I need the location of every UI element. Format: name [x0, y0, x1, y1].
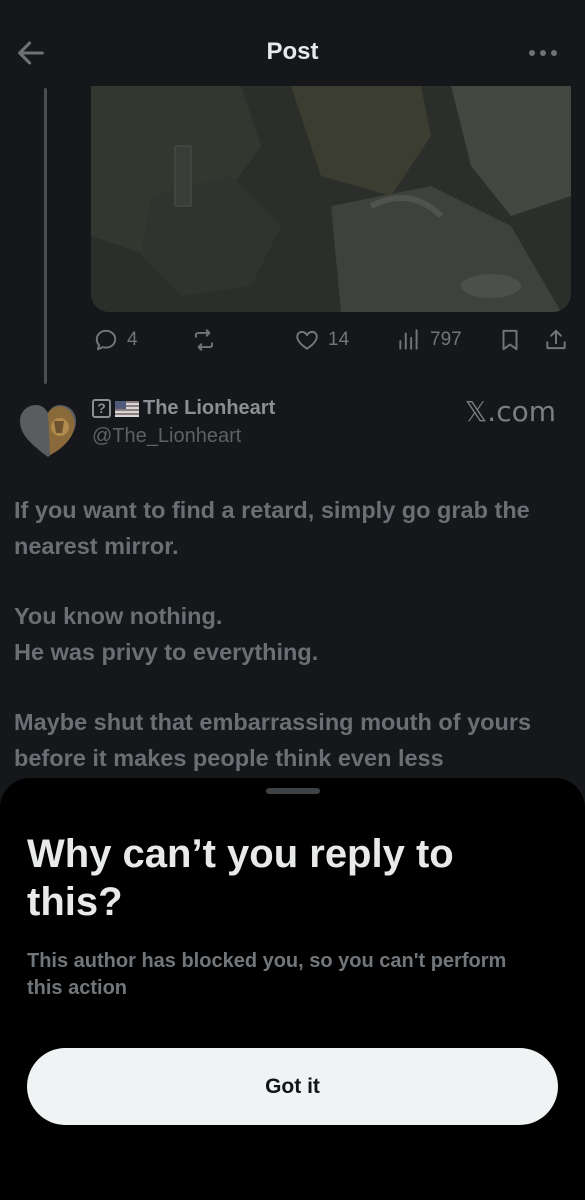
post-media-image[interactable]: [91, 86, 571, 312]
more-dots-icon[interactable]: [527, 41, 559, 65]
reply-button[interactable]: 4: [93, 322, 138, 358]
screen: Post 4 14 797 ? The Lionheart @The_Lionh…: [0, 0, 585, 1200]
share-icon: [546, 329, 566, 350]
reply-count: 4: [127, 329, 138, 350]
heart-icon: [296, 330, 318, 350]
post-body: If you want to find a retard, simply go …: [14, 492, 574, 810]
retweet-icon: [194, 329, 214, 351]
retweet-button[interactable]: [191, 322, 225, 358]
author-name: The Lionheart: [143, 397, 276, 419]
us-flag-icon: [115, 400, 139, 417]
post-paragraph: Maybe shut that embarrassing mouth of yo…: [14, 709, 532, 771]
like-button[interactable]: 14: [294, 322, 349, 358]
views-count: 797: [430, 329, 462, 350]
bookmark-icon: [502, 329, 518, 351]
post-paragraph: If you want to find a retard, simply go …: [14, 497, 530, 559]
bookmark-button[interactable]: [497, 322, 523, 358]
action-bar: 4 14 797: [91, 322, 571, 358]
views-button[interactable]: 797: [396, 322, 462, 358]
sheet-title: Why can’t you reply to this?: [27, 832, 454, 924]
author-name-line: ? The Lionheart: [92, 397, 275, 420]
thread-line: [44, 88, 47, 384]
post-line: You know nothing.: [14, 603, 223, 629]
share-button[interactable]: [543, 322, 569, 358]
media-image-icon: [91, 86, 571, 312]
sheet-description: This author has blocked you, so you can'…: [27, 950, 507, 999]
x-com-watermark: 𝕏.com: [464, 395, 556, 428]
bottom-sheet: Why can’t you reply to this? This author…: [0, 778, 585, 1200]
unknown-badge-icon: ?: [92, 399, 111, 418]
quoted-author-row[interactable]: ? The Lionheart @The_Lionheart 𝕏.com: [18, 393, 568, 457]
like-count: 14: [328, 329, 350, 350]
page-title: Post: [266, 38, 319, 65]
post-paragraph: You know nothing. He was privy to everyt…: [14, 598, 574, 670]
got-it-button[interactable]: Got it: [27, 1048, 558, 1125]
sheet-drag-handle[interactable]: [266, 788, 320, 794]
lion-heart-avatar[interactable]: [18, 401, 78, 459]
views-chart-icon: [399, 329, 418, 350]
reply-icon: [95, 329, 117, 351]
post-line: He was privy to everything.: [14, 639, 319, 665]
author-handle: @The_Lionheart: [92, 425, 242, 447]
